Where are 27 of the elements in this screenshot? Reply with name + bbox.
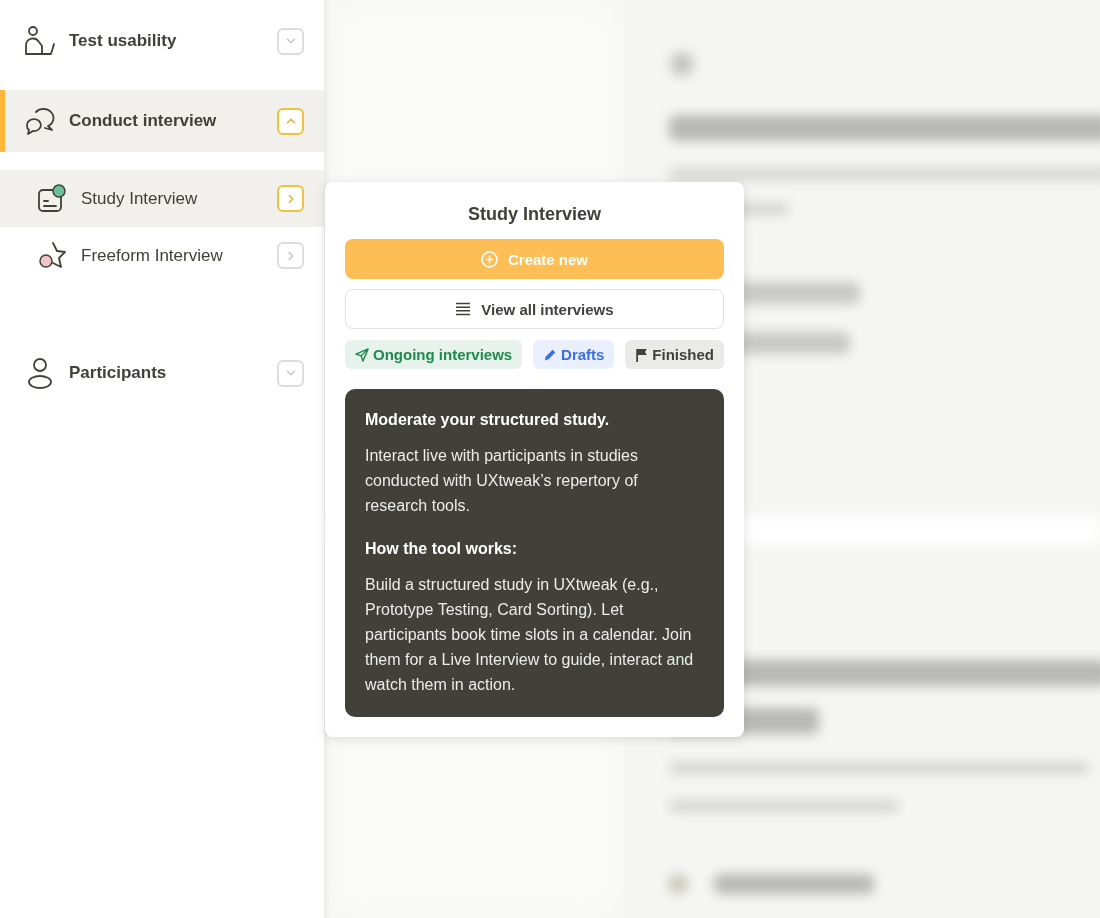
- flag-icon: [635, 347, 649, 362]
- plus-circle-icon: [480, 250, 498, 268]
- info-heading: Moderate your structured study.: [365, 411, 611, 429]
- nav-item[interactable]: Participants: [0, 342, 324, 404]
- document-chat-icon: [37, 183, 67, 214]
- expand-button[interactable]: [277, 27, 304, 55]
- star-chat-icon: [37, 240, 67, 271]
- info-text: Interact live with participants in studies conducted with UXtweak’s repertory of research tools.: [365, 446, 639, 516]
- pencil-icon: [543, 347, 558, 362]
- nav-item[interactable]: Test usability: [0, 10, 324, 72]
- nav-item[interactable]: Conduct interview: [0, 90, 324, 152]
- open-button[interactable]: [277, 242, 304, 269]
- view-all-button[interactable]: View all interviews: [345, 289, 724, 329]
- nav-subitem[interactable]: Freeform Interview: [0, 227, 324, 284]
- person-laptop-icon: [23, 24, 57, 58]
- paper-plane-icon: [355, 347, 369, 362]
- info-text: Build a structured study in UXtweak (e.g., Prototype Testing, Card Sorting). Let participants book time slots in a calendar. Join them for a Live Interview to guide, interact and watch them in action.: [365, 575, 695, 695]
- expand-button[interactable]: [277, 107, 304, 135]
- list-icon: [455, 302, 472, 316]
- open-button[interactable]: [277, 185, 304, 212]
- popover-title: Study Interview: [467, 204, 602, 225]
- filter-chip[interactable]: Drafts: [533, 340, 615, 369]
- nav-subitem[interactable]: Study Interview: [0, 170, 324, 227]
- expand-button[interactable]: [277, 359, 304, 387]
- filter-chip[interactable]: Finished: [625, 340, 724, 369]
- filter-chip[interactable]: Ongoing interviews: [345, 340, 523, 369]
- info-heading: How the tool works:: [365, 540, 518, 558]
